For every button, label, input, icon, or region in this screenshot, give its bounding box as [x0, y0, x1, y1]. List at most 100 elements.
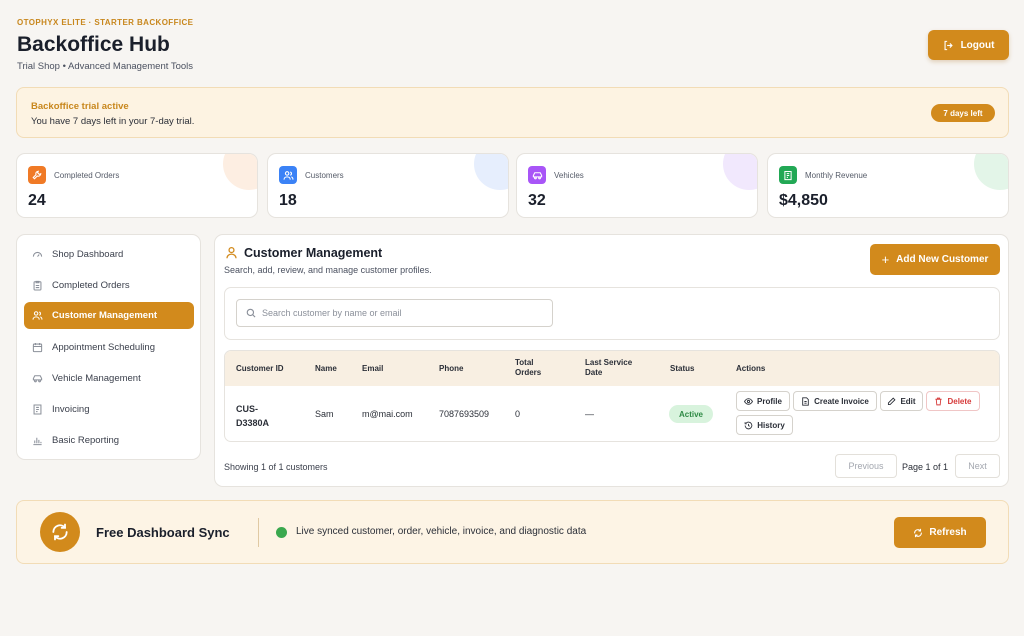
live-status-dot	[276, 527, 287, 538]
sync-title: Free Dashboard Sync	[96, 525, 230, 540]
history-label: History	[757, 420, 785, 430]
column-header: Total Orders	[515, 358, 542, 377]
cell-email: m@mai.com	[362, 409, 413, 419]
history-button[interactable]: History	[736, 415, 793, 435]
edit-label: Edit	[900, 396, 916, 406]
document-icon	[802, 396, 809, 406]
add-customer-label: Add New Customer	[896, 254, 989, 265]
status-badge: Active	[669, 405, 713, 423]
sidebar-item-label: Customer Management	[52, 310, 158, 321]
sidebar-item-label: Vehicle Management	[52, 373, 141, 384]
invoice-icon	[33, 404, 42, 415]
trial-days-badge: 7 days left	[931, 104, 995, 122]
column-header: Status	[670, 364, 695, 373]
sidebar-item-label: Basic Reporting	[52, 435, 120, 446]
results-count: Showing 1 of 1 customers	[224, 462, 328, 472]
search-input[interactable]	[262, 308, 542, 318]
profile-button[interactable]: Profile	[736, 391, 790, 411]
sidebar-item-label: Completed Orders	[52, 280, 130, 291]
sidebar-item-label: Shop Dashboard	[52, 249, 124, 260]
user-icon	[226, 246, 237, 259]
users-icon	[279, 166, 297, 184]
search-box	[236, 299, 553, 327]
cell-total-orders: 0	[515, 409, 521, 419]
stat-value: 18	[279, 192, 297, 209]
trial-text: You have 7 days left in your 7-day trial…	[31, 116, 195, 127]
users-icon	[32, 311, 43, 320]
history-icon	[744, 421, 753, 429]
pencil-icon	[888, 396, 896, 405]
refresh-icon	[914, 528, 923, 537]
refresh-label: Refresh	[929, 527, 967, 538]
car-icon	[32, 375, 43, 383]
cell-phone: 7087693509	[439, 409, 490, 419]
next-page-button[interactable]: Next	[955, 454, 1000, 478]
sidebar-item-invoicing[interactable]: Invoicing	[24, 396, 194, 423]
stat-value: $4,850	[779, 192, 828, 209]
bar-chart-icon	[33, 437, 42, 446]
stat-card-vehicles: Vehicles 32	[516, 153, 758, 218]
sidebar-item-customer-management[interactable]: Customer Management	[24, 302, 194, 329]
cell-last-service: —	[585, 409, 594, 419]
delete-label: Delete	[947, 396, 972, 406]
customer-management-panel: Customer Management Search, add, review,…	[214, 234, 1009, 487]
cell-name: Sam	[315, 409, 334, 419]
search-container	[224, 287, 1000, 340]
page-indicator: Page 1 of 1	[902, 462, 949, 472]
column-header: Last Service Date	[585, 358, 633, 377]
sidebar-item-vehicle-management[interactable]: Vehicle Management	[24, 365, 194, 392]
car-icon	[528, 166, 546, 184]
logout-button[interactable]: Logout	[928, 30, 1009, 60]
refresh-button[interactable]: Refresh	[894, 517, 986, 548]
sync-text: Live synced customer, order, vehicle, in…	[296, 526, 587, 537]
wrench-icon	[28, 166, 46, 184]
brand-eyebrow: OTOPHYX ELITE · STARTER BACKOFFICE	[17, 18, 194, 27]
trial-title: Backoffice trial active	[31, 101, 129, 112]
stat-label: Completed Orders	[54, 171, 120, 180]
customer-table: Customer ID Name Email Phone Total Order…	[224, 350, 1000, 442]
sidebar-item-basic-reporting[interactable]: Basic Reporting	[24, 427, 194, 454]
plus-icon: +	[881, 252, 890, 267]
profile-label: Profile	[757, 396, 782, 406]
column-header: Customer ID	[236, 364, 284, 373]
dashboard-sync-bar: Free Dashboard Sync Live synced customer…	[16, 500, 1009, 564]
logout-icon	[944, 40, 953, 50]
trial-banner: Backoffice trial active You have 7 days …	[16, 87, 1009, 138]
divider	[258, 518, 259, 547]
delete-button[interactable]: Delete	[926, 391, 980, 411]
page-title: Backoffice Hub	[17, 33, 170, 56]
eye-icon	[744, 397, 753, 405]
table-header: Customer ID Name Email Phone Total Order…	[225, 351, 999, 386]
create-invoice-label: Create Invoice	[814, 396, 869, 406]
sidebar-item-shop-dashboard[interactable]: Shop Dashboard	[24, 241, 194, 268]
calendar-icon	[32, 343, 43, 353]
previous-page-button[interactable]: Previous	[835, 454, 897, 478]
sidebar-item-label: Appointment Scheduling	[52, 342, 155, 353]
cell-customer-id: CUS-D3380A	[236, 404, 270, 428]
stat-label: Monthly Revenue	[805, 171, 868, 180]
add-customer-button[interactable]: + Add New Customer	[870, 244, 1000, 275]
column-header: Email	[362, 364, 384, 373]
stat-card-completed-orders: Completed Orders 24	[16, 153, 258, 218]
sidebar: Shop Dashboard Completed Orders Customer…	[16, 234, 201, 460]
column-header: Phone	[439, 364, 464, 373]
clipboard-icon	[33, 280, 42, 291]
stat-label: Vehicles	[554, 171, 584, 180]
stat-value: 24	[28, 192, 46, 209]
logout-label: Logout	[960, 39, 995, 51]
panel-subtitle: Search, add, review, and manage customer…	[224, 265, 432, 275]
edit-button[interactable]: Edit	[880, 391, 923, 411]
sidebar-item-appointment-scheduling[interactable]: Appointment Scheduling	[24, 334, 194, 361]
search-icon	[246, 308, 256, 318]
stat-card-monthly-revenue: Monthly Revenue $4,850	[767, 153, 1009, 218]
column-header: Name	[315, 364, 337, 373]
page-subtitle: Trial Shop • Advanced Management Tools	[17, 61, 194, 72]
stat-label: Customers	[305, 171, 344, 180]
sidebar-item-completed-orders[interactable]: Completed Orders	[24, 272, 194, 299]
gauge-icon	[32, 251, 43, 257]
stat-card-customers: Customers 18	[267, 153, 509, 218]
column-header: Actions	[736, 364, 766, 373]
trash-icon	[935, 397, 943, 405]
sidebar-item-label: Invoicing	[52, 404, 90, 415]
create-invoice-button[interactable]: Create Invoice	[793, 391, 877, 411]
